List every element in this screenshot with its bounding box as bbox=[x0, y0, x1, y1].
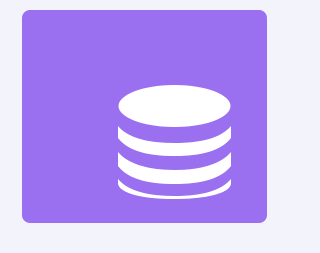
database-tile[interactable] bbox=[22, 10, 267, 223]
canvas bbox=[0, 0, 267, 253]
database-icon bbox=[118, 82, 231, 199]
